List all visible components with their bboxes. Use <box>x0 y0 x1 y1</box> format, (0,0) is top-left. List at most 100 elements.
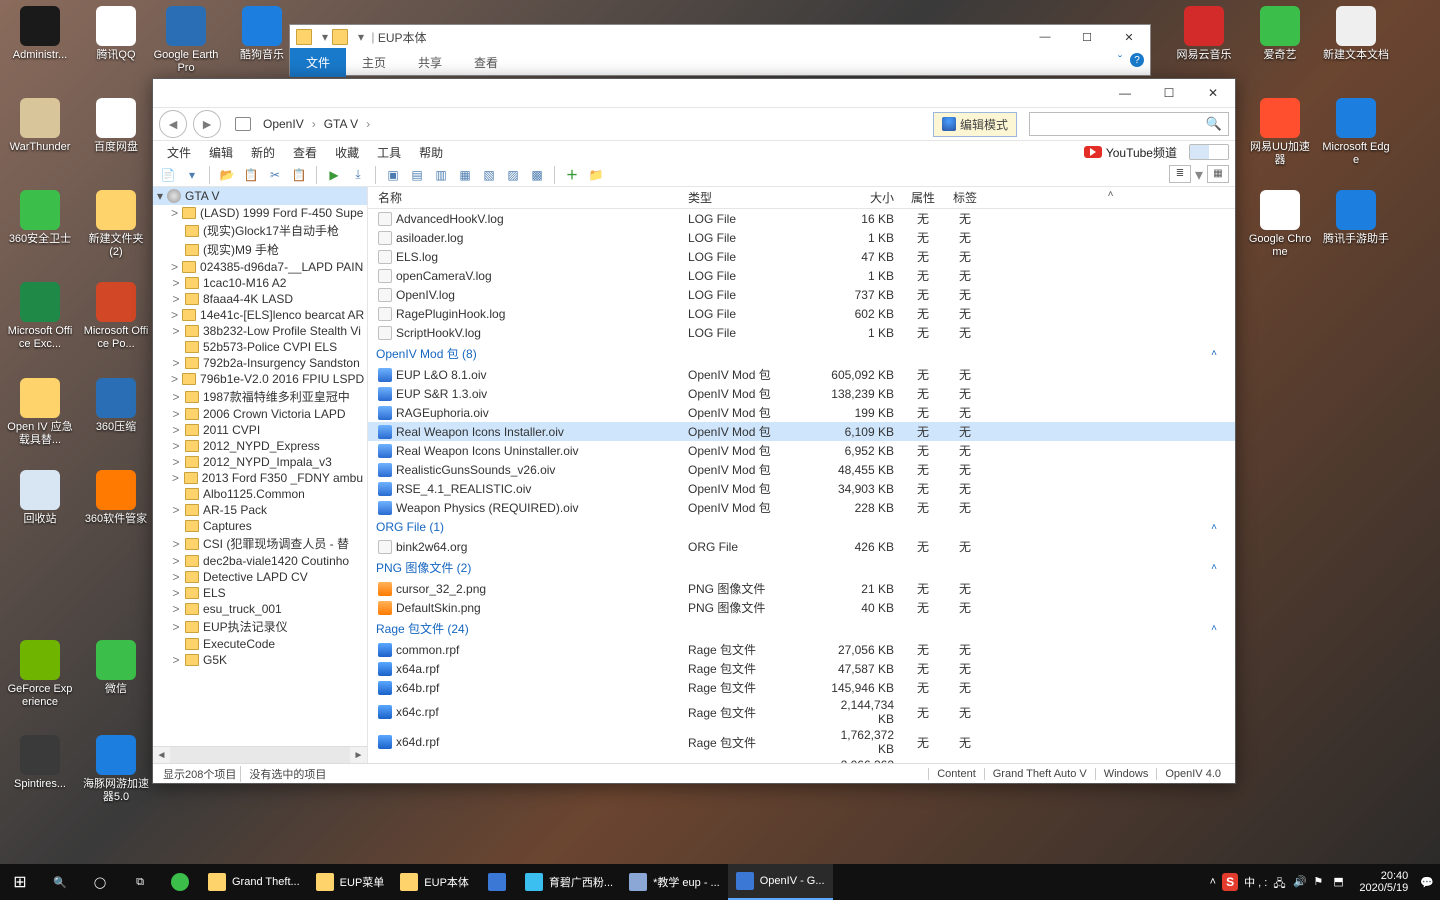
tree-node[interactable]: >ELS <box>153 585 367 601</box>
tree-node[interactable]: >8faaa4-4K LASD <box>153 291 367 307</box>
menu-edit[interactable]: 编辑 <box>201 142 241 163</box>
close-button[interactable]: ✕ <box>1191 79 1235 107</box>
tree-root[interactable]: ▾ GTA V <box>153 187 367 205</box>
collapse-icon[interactable]: ˄ <box>1211 623 1217 634</box>
menu-tools[interactable]: 工具 <box>369 142 409 163</box>
ribbon-tab-home[interactable]: 主页 <box>346 48 402 77</box>
explorer-titlebar[interactable]: ▾ ▾ | EUP本体 <box>290 25 1150 49</box>
desktop-icon[interactable]: Open IV 应急载具替... <box>6 378 74 446</box>
col-tag[interactable]: 标签 <box>944 189 986 206</box>
tree-node[interactable]: 52b573-Police CVPI ELS <box>153 339 367 355</box>
menu-help[interactable]: 帮助 <box>411 142 451 163</box>
tree-node[interactable]: >14e41c-[ELS]lenco bearcat AR <box>153 307 367 323</box>
desktop-icon[interactable]: 网易UU加速器 <box>1246 98 1314 166</box>
desktop-icon[interactable]: 腾讯QQ <box>82 6 150 62</box>
menu-new[interactable]: 新的 <box>243 142 283 163</box>
expand-icon[interactable] <box>171 224 181 238</box>
col-name[interactable]: 名称 <box>368 189 688 206</box>
tree-node[interactable]: >38b232-Low Profile Stealth Vi <box>153 323 367 339</box>
network-icon[interactable]: 🖧 <box>1273 875 1287 889</box>
table-row[interactable]: ScriptHookV.logLOG File1 KB无无 <box>368 323 1235 342</box>
expand-icon[interactable]: > <box>171 620 181 634</box>
expand-icon[interactable]: > <box>171 292 181 306</box>
scroll-left-icon[interactable]: ◄ <box>153 747 170 763</box>
desktop-icon[interactable]: 海豚网游加速器5.0 <box>82 735 150 803</box>
expand-icon[interactable]: > <box>171 356 181 370</box>
view-detail-button[interactable]: ▦ <box>1207 165 1229 183</box>
tree-node[interactable]: >G5K <box>153 652 367 668</box>
status-seg-1[interactable]: Grand Theft Auto V <box>984 768 1095 780</box>
copy-button[interactable]: 📋 <box>242 166 260 184</box>
desktop-icon[interactable]: GeForce Experience <box>6 640 74 708</box>
table-row[interactable]: RSE_4.1_REALISTIC.oivOpenIV Mod 包34,903 … <box>368 479 1235 498</box>
tray-icon[interactable]: ⚑ <box>1313 875 1327 889</box>
menu-fav[interactable]: 收藏 <box>327 142 367 163</box>
expand-icon[interactable]: > <box>171 324 181 338</box>
export-button[interactable]: ⤓ <box>349 166 367 184</box>
tree-node[interactable]: >2006 Crown Victoria LAPD <box>153 406 367 422</box>
file-list-header[interactable]: 名称 类型 大小 属性 标签 ˄ <box>368 187 1235 209</box>
ime-text[interactable]: 中 , : <box>1244 874 1267 890</box>
col-attr[interactable]: 属性 <box>902 189 944 206</box>
table-row[interactable]: Real Weapon Icons Installer.oivOpenIV Mo… <box>368 422 1235 441</box>
tree-node[interactable]: >796b1e-V2.0 2016 FPIU LSPD <box>153 371 367 387</box>
panel-toggle[interactable] <box>1189 144 1229 160</box>
tree-node[interactable]: >esu_truck_001 <box>153 601 367 617</box>
table-row[interactable]: openCameraV.logLOG File1 KB无无 <box>368 266 1235 285</box>
taskbar[interactable]: ⊞ 🔍 ◯ ⧉ Grand Theft...EUP菜单EUP本体育碧广西粉...… <box>0 864 1440 900</box>
home-icon[interactable] <box>235 117 251 131</box>
collapse-icon[interactable]: ˄ <box>1211 522 1217 533</box>
close-button[interactable]: ✕ <box>1108 25 1150 49</box>
group-header[interactable]: OpenIV Mod 包 (8)˄ <box>368 342 1235 365</box>
tree-node[interactable]: >(LASD) 1999 Ford F-450 Supe <box>153 205 367 221</box>
expand-icon[interactable]: > <box>171 537 181 551</box>
tool-button[interactable]: ▩ <box>528 166 546 184</box>
crumb-step[interactable]: GTA V <box>316 115 366 133</box>
tool-button[interactable]: ▣ <box>384 166 402 184</box>
expand-icon[interactable]: > <box>171 570 181 584</box>
expand-icon[interactable] <box>171 487 181 501</box>
view-list-button[interactable]: ≣ <box>1169 165 1191 183</box>
desktop-icon[interactable]: 腾讯手游助手 <box>1322 190 1390 246</box>
expand-icon[interactable]: > <box>171 407 181 421</box>
table-row[interactable]: EUP S&R 1.3.oivOpenIV Mod 包138,239 KB无无 <box>368 384 1235 403</box>
search-button[interactable]: 🔍 <box>40 864 80 900</box>
tree-node[interactable]: >2011 CVPI <box>153 422 367 438</box>
dropdown-icon[interactable]: ▾ <box>322 30 328 44</box>
ribbon-collapse-icon[interactable]: ˇ <box>1118 53 1122 67</box>
desktop-icon[interactable]: Microsoft Office Po... <box>82 282 150 350</box>
table-row[interactable]: x64c.rpfRage 包文件2,144,734 KB无无 <box>368 697 1235 727</box>
tree-node[interactable]: >2013 Ford F350 _FDNY ambu <box>153 470 367 486</box>
col-type[interactable]: 类型 <box>688 189 822 206</box>
ime-indicator[interactable]: S <box>1222 873 1238 891</box>
desktop-icon[interactable]: 360安全卫士 <box>6 190 74 246</box>
run-button[interactable]: ▶ <box>325 166 343 184</box>
expand-icon[interactable]: > <box>171 503 181 517</box>
expand-icon[interactable]: > <box>171 206 178 220</box>
tree-node[interactable]: (现实)M9 手枪 <box>153 240 367 259</box>
table-row[interactable]: asiloader.logLOG File1 KB无无 <box>368 228 1235 247</box>
open-button[interactable]: 📂 <box>218 166 236 184</box>
desktop-icon[interactable]: Google Earth Pro <box>152 6 220 74</box>
desktop-icon[interactable]: 爱奇艺 <box>1246 6 1314 62</box>
tree-node[interactable]: >024385-d96da7-__LAPD PAIN <box>153 259 367 275</box>
crumb-home[interactable]: OpenIV <box>255 115 312 133</box>
ribbon-tab-share[interactable]: 共享 <box>402 48 458 77</box>
group-header[interactable]: ORG File (1)˄ <box>368 517 1235 537</box>
table-row[interactable]: RealisticGunsSounds_v26.oivOpenIV Mod 包4… <box>368 460 1235 479</box>
tree-node[interactable]: >Detective LAPD CV <box>153 569 367 585</box>
collapse-icon[interactable]: ˄ <box>1211 348 1217 359</box>
expand-icon[interactable]: > <box>171 455 181 469</box>
tree-node[interactable]: Captures <box>153 518 367 534</box>
tool-button[interactable]: ▤ <box>408 166 426 184</box>
taskbar-item[interactable]: EUP本体 <box>392 864 477 900</box>
table-row[interactable]: AdvancedHookV.logLOG File16 KB无无 <box>368 209 1235 228</box>
start-button[interactable]: ⊞ <box>0 864 40 900</box>
desktop-icon[interactable]: 酷狗音乐 <box>228 6 296 62</box>
col-size[interactable]: 大小 <box>822 189 902 206</box>
desktop-icon[interactable]: 网易云音乐 <box>1170 6 1238 62</box>
desktop-icon[interactable]: WarThunder <box>6 98 74 154</box>
expand-icon[interactable] <box>171 519 181 533</box>
paste-button[interactable]: 📋 <box>290 166 308 184</box>
status-seg-2[interactable]: Windows <box>1095 768 1157 780</box>
